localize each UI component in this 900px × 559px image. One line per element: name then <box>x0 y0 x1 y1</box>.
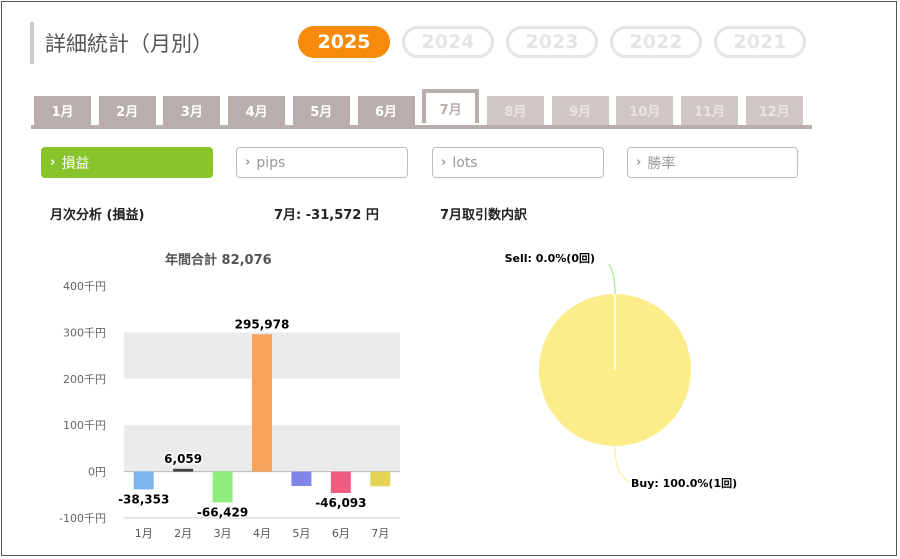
month-tab-1[interactable]: 1月 <box>34 96 91 125</box>
year-button-2023[interactable]: 2023 <box>506 26 598 58</box>
month-tab-10: 10月 <box>616 96 674 125</box>
y-tick-label: 400千円 <box>63 280 106 293</box>
month-tab-8: 8月 <box>486 96 544 125</box>
month-tab-2[interactable]: 2月 <box>98 96 156 125</box>
chevron-right-icon: › <box>441 155 447 170</box>
month-tab-3[interactable]: 3月 <box>163 96 221 125</box>
month-result: 7月: -31,572 円 <box>274 208 379 223</box>
metric-button-winrate[interactable]: › 勝率 <box>627 147 798 178</box>
data-label: -46,093 <box>315 496 366 510</box>
metric-button-lots[interactable]: › lots <box>432 147 604 178</box>
y-tick-label: 300千円 <box>63 326 106 339</box>
month-tab-5[interactable]: 5月 <box>292 96 350 125</box>
chevron-right-icon: › <box>50 155 56 170</box>
buy-connector-line <box>614 445 630 483</box>
metric-label: 損益 <box>61 155 90 172</box>
x-tick-label: 6月 <box>332 527 350 540</box>
bar-4[interactable] <box>252 334 272 472</box>
title-accent-bar <box>30 22 34 64</box>
analysis-heading: 月次分析 (損益) <box>50 208 145 223</box>
month-tab-7[interactable]: 7月 <box>422 89 480 123</box>
metric-button-profit[interactable]: › 損益 <box>41 147 213 178</box>
sell-label: Sell: 0.0%(0回) <box>505 251 595 265</box>
x-tick-label: 5月 <box>292 527 310 540</box>
x-tick-label: 3月 <box>214 527 232 540</box>
bar-2[interactable] <box>173 468 194 472</box>
month-tab-11: 11月 <box>681 96 738 125</box>
page-title: 詳細統計（月別） <box>45 32 213 56</box>
metric-label: pips <box>256 154 286 171</box>
year-button-2025[interactable]: 2025 <box>298 26 390 58</box>
buy-label: Buy: 100.0%(1回) <box>631 476 737 490</box>
annual-total: 年間合計 82,076 <box>165 253 272 268</box>
trade-breakdown-pie-chart: Sell: 0.0%(0回) Buy: 100.0%(1回) <box>505 251 738 490</box>
y-tick-label: -100千円 <box>59 512 106 525</box>
data-label: -66,429 <box>197 505 248 519</box>
y-tick-label: 0円 <box>88 466 106 479</box>
metric-button-pips[interactable]: › pips <box>236 147 408 178</box>
month-tab-9: 9月 <box>551 96 609 125</box>
year-button-2022[interactable]: 2022 <box>610 26 702 58</box>
x-tick-label: 2月 <box>174 527 192 540</box>
month-tab-12: 12月 <box>745 96 803 125</box>
chevron-right-icon: › <box>636 155 642 170</box>
month-tab-6[interactable]: 6月 <box>357 96 415 125</box>
cut-off-top-text <box>380 0 810 4</box>
bar-6[interactable] <box>330 471 351 493</box>
sell-connector-line <box>608 263 616 295</box>
bar-3[interactable] <box>212 471 233 503</box>
month-tab-4[interactable]: 4月 <box>228 96 286 125</box>
year-selector: 2025 2024 2023 2022 2021 <box>298 26 806 58</box>
year-button-2021[interactable]: 2021 <box>714 26 806 58</box>
bar-1[interactable] <box>133 471 154 490</box>
metric-label: lots <box>452 154 478 171</box>
bar-5[interactable] <box>291 471 312 486</box>
month-tabs: 1月 2月 3月 4月 5月 6月 7月 8月 9月 10月 11月 12月 <box>31 89 812 129</box>
chevron-right-icon: › <box>245 155 251 170</box>
data-label: 295,978 <box>235 317 290 331</box>
monthly-pl-bar-chart: -100千円 0円 100千円 200千円 300千円 400千円 1月 -38,353 2月 6… <box>59 280 400 540</box>
data-label: 6,059 <box>164 452 202 466</box>
metric-label: 勝率 <box>647 155 676 172</box>
x-tick-label: 1月 <box>135 527 153 540</box>
y-tick-label: 100千円 <box>63 419 106 432</box>
x-tick-label: 7月 <box>371 527 389 540</box>
y-tick-label: 200千円 <box>63 373 106 386</box>
breakdown-heading: 7月取引数内訳 <box>440 208 528 223</box>
x-tick-label: 4月 <box>253 527 271 540</box>
bar-7[interactable] <box>370 471 391 487</box>
year-button-2024[interactable]: 2024 <box>402 26 494 58</box>
data-label: -38,353 <box>118 492 169 506</box>
